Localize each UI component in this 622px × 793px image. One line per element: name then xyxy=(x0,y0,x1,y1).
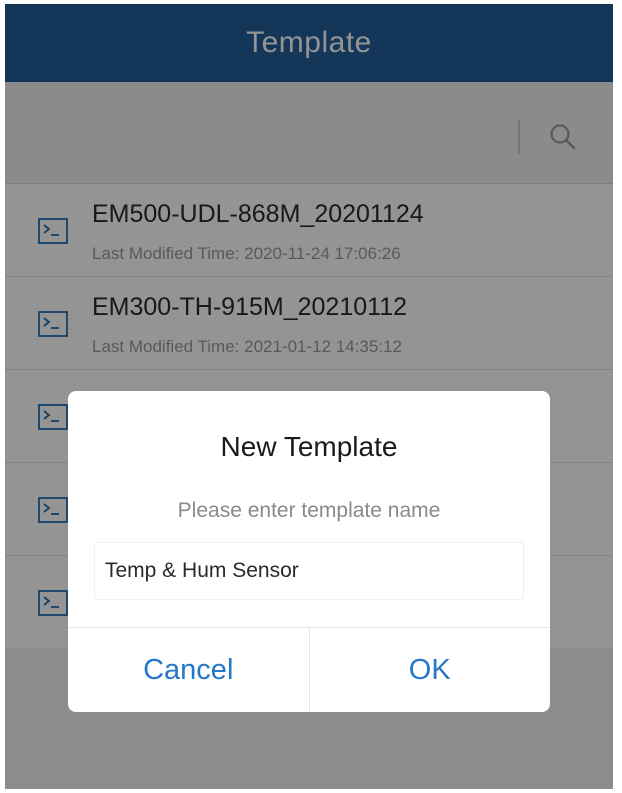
cancel-button[interactable]: Cancel xyxy=(68,628,310,712)
dialog-title: New Template xyxy=(220,431,398,462)
screen: Template EM500-UDL-868M_20201124 Last Mo… xyxy=(5,4,613,789)
ok-button[interactable]: OK xyxy=(310,628,551,712)
dialog-actions: Cancel OK xyxy=(68,627,550,712)
new-template-dialog: New Template Please enter template name … xyxy=(68,391,550,712)
template-name-input[interactable] xyxy=(94,542,524,600)
dialog-message: Please enter template name xyxy=(177,499,441,522)
